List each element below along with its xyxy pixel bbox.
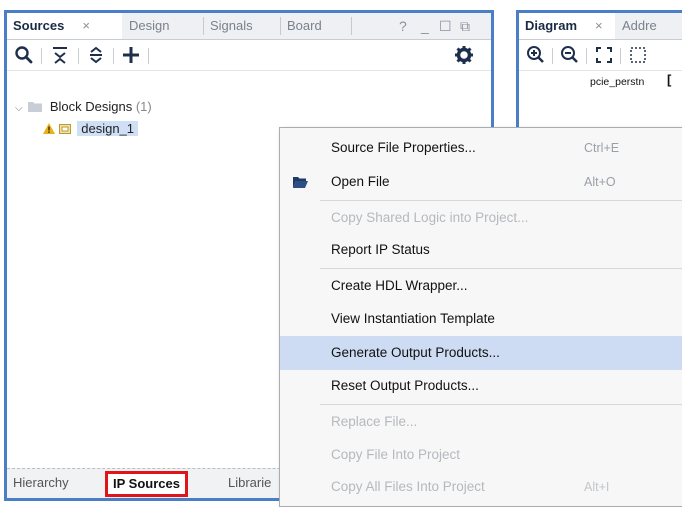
tab-signals-label: Signals bbox=[210, 18, 253, 33]
tab-design[interactable]: Design bbox=[123, 13, 203, 39]
menu-item-view-instantiation-template[interactable]: View Instantiation Template bbox=[280, 302, 682, 336]
tab-sources-close-icon[interactable]: × bbox=[82, 18, 90, 33]
tab-divider bbox=[351, 17, 352, 35]
port-bracket: [ bbox=[667, 72, 672, 87]
tab-hierarchy[interactable]: Hierarchy bbox=[13, 469, 69, 496]
tree-item-design-1[interactable]: design_1 bbox=[43, 118, 139, 140]
menu-item-replace-file[interactable]: Replace File... bbox=[280, 405, 682, 439]
menu-item-reset-output-products[interactable]: Reset Output Products... bbox=[280, 369, 682, 403]
folder-label: Block Designs bbox=[49, 99, 133, 114]
menu-item-label: View Instantiation Template bbox=[331, 311, 495, 326]
tab-ip-sources[interactable]: IP Sources bbox=[105, 471, 188, 497]
menu-item-label: Open File bbox=[331, 174, 390, 189]
expand-all-icon[interactable] bbox=[85, 44, 107, 66]
toolbar-divider bbox=[78, 48, 79, 64]
menu-item-shortcut: Ctrl+E bbox=[584, 141, 620, 155]
menu-item-copy-file-into-project[interactable]: Copy File Into Project bbox=[280, 438, 682, 472]
select-area-icon[interactable] bbox=[627, 44, 649, 66]
chevron-down-icon[interactable]: ⌵ bbox=[15, 103, 23, 114]
menu-item-report-ip-status[interactable]: Report IP Status bbox=[280, 233, 682, 267]
fit-view-icon[interactable] bbox=[593, 44, 615, 66]
toolbar-divider bbox=[586, 48, 587, 64]
menu-item-label: Generate Output Products... bbox=[331, 345, 500, 360]
tab-libraries[interactable]: Librarie bbox=[228, 469, 271, 496]
tab-address-label: Addre bbox=[622, 18, 657, 33]
tab-board-label: Board bbox=[287, 18, 322, 33]
port-label: pcie_perstn bbox=[590, 76, 645, 88]
sources-toolbar bbox=[7, 40, 491, 71]
tab-sources[interactable]: Sources × bbox=[7, 13, 122, 39]
zoom-out-icon[interactable] bbox=[559, 44, 581, 66]
add-icon[interactable] bbox=[120, 44, 142, 66]
toolbar-divider bbox=[41, 48, 42, 64]
tab-diagram[interactable]: Diagram × bbox=[519, 13, 615, 39]
menu-item-label: Create HDL Wrapper... bbox=[331, 278, 468, 293]
toolbar-divider bbox=[113, 48, 114, 64]
tab-design-label: Design bbox=[129, 18, 170, 33]
float-window-icon[interactable]: ⧉ bbox=[460, 13, 470, 39]
tab-diagram-close-icon[interactable]: × bbox=[595, 18, 603, 33]
context-menu: Source File Properties... Ctrl+E Open Fi… bbox=[279, 127, 682, 507]
menu-item-label: Copy File Into Project bbox=[331, 447, 461, 462]
folder-count: (1) bbox=[135, 99, 152, 114]
menu-item-label: Replace File... bbox=[331, 414, 418, 429]
diagram-toolbar bbox=[519, 40, 682, 71]
sources-tab-bar: Sources × Design Signals Board ? _ ☐ ⧉ bbox=[7, 13, 491, 40]
menu-item-label: Reset Output Products... bbox=[331, 378, 479, 393]
design-item-label: design_1 bbox=[77, 121, 139, 136]
menu-item-create-hdl-wrapper[interactable]: Create HDL Wrapper... bbox=[280, 269, 682, 303]
gear-icon[interactable] bbox=[453, 44, 475, 66]
folder-icon bbox=[28, 102, 43, 112]
toolbar-divider bbox=[552, 48, 553, 64]
menu-item-copy-shared-logic[interactable]: Copy Shared Logic into Project... bbox=[280, 201, 682, 235]
tab-sources-label: Sources bbox=[13, 18, 65, 33]
toolbar-divider bbox=[620, 48, 621, 64]
search-icon[interactable] bbox=[13, 44, 35, 66]
diagram-tab-bar: Diagram × Addre bbox=[519, 13, 682, 40]
collapse-all-icon[interactable] bbox=[49, 44, 71, 66]
menu-item-copy-all-files-into-project[interactable]: Copy All Files Into Project Alt+I bbox=[280, 470, 682, 504]
menu-item-label: Source File Properties... bbox=[331, 140, 476, 155]
tab-diagram-label: Diagram bbox=[525, 18, 578, 33]
menu-item-generate-output-products[interactable]: Generate Output Products... bbox=[280, 336, 682, 370]
menu-item-label: Copy All Files Into Project bbox=[331, 479, 485, 494]
tab-board[interactable]: Board bbox=[281, 13, 351, 39]
menu-item-label: Copy Shared Logic into Project... bbox=[331, 210, 529, 225]
restore-icon[interactable]: ☐ bbox=[439, 13, 452, 39]
block-design-icon bbox=[58, 124, 71, 134]
minimize-icon[interactable]: _ bbox=[421, 13, 429, 39]
menu-item-shortcut: Alt+O bbox=[584, 175, 616, 189]
menu-item-source-file-properties[interactable]: Source File Properties... Ctrl+E bbox=[280, 131, 682, 165]
zoom-in-icon[interactable] bbox=[525, 44, 547, 66]
menu-item-shortcut: Alt+I bbox=[584, 480, 610, 494]
toolbar-divider bbox=[148, 48, 149, 64]
help-icon[interactable]: ? bbox=[399, 13, 407, 39]
menu-item-open-file[interactable]: Open File Alt+O bbox=[280, 165, 682, 199]
tree-folder-block-designs[interactable]: ⌵ Block Designs (1) bbox=[15, 96, 152, 118]
tab-address-editor[interactable]: Addre bbox=[616, 13, 682, 39]
folder-open-icon bbox=[293, 177, 308, 188]
menu-item-label: Report IP Status bbox=[331, 242, 430, 257]
warning-icon bbox=[43, 123, 55, 134]
tab-signals[interactable]: Signals bbox=[204, 13, 280, 39]
